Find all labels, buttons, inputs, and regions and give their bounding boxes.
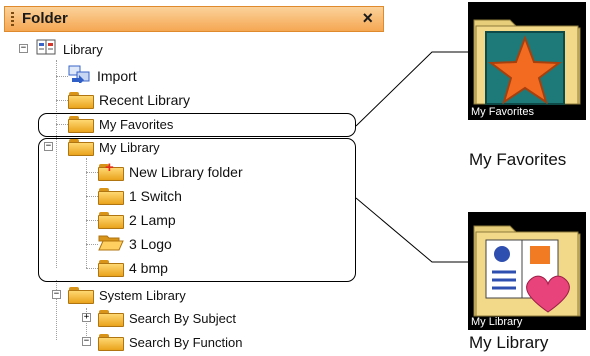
favorites-preview-label: My Favorites [469, 150, 567, 169]
my-library-preview-label: My Library [469, 333, 549, 352]
my-library-thumbnail-caption: My Library [471, 316, 523, 328]
my-library-preview-thumbnail: My Library [468, 212, 586, 330]
favorites-preview-thumbnail: My Favorites [468, 2, 586, 120]
favorites-thumbnail-caption: My Favorites [471, 106, 534, 118]
favorites-folder-star-icon [473, 19, 581, 105]
my-library-book-heart-icon [473, 225, 581, 317]
